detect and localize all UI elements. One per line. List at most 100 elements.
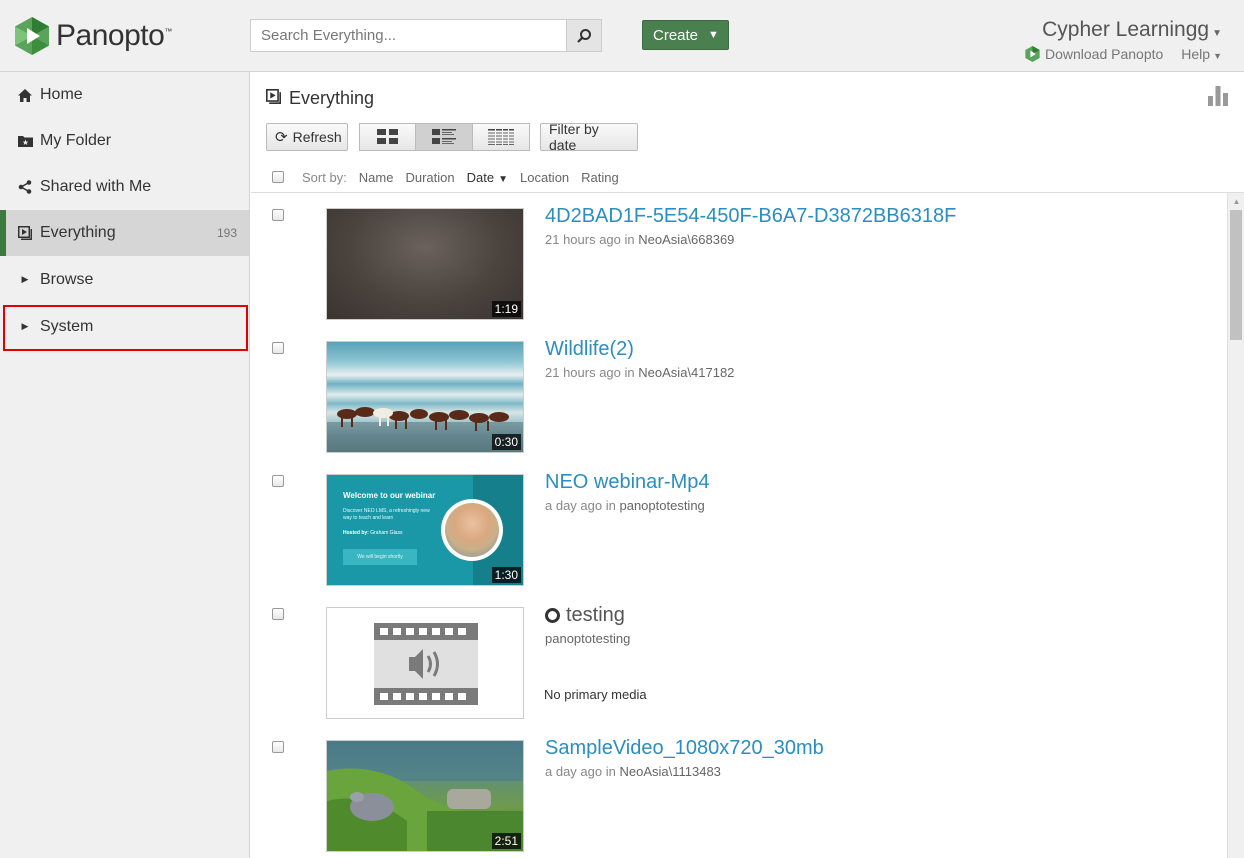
item-count-badge: 193 bbox=[216, 226, 237, 240]
session-list: 1:19 4D2BAD1F-5E54-450F-B6A7-D3872BB6318… bbox=[251, 193, 1227, 858]
session-title-link[interactable]: testing bbox=[545, 604, 625, 627]
session-checkbox[interactable] bbox=[272, 209, 284, 221]
panopto-logo-icon bbox=[15, 17, 49, 55]
download-panopto-link[interactable]: Download Panopto bbox=[1025, 46, 1163, 62]
session-meta-in: in bbox=[624, 365, 635, 380]
create-label: Create bbox=[653, 26, 699, 44]
session-checkbox[interactable] bbox=[272, 342, 284, 354]
panopto-small-icon bbox=[1025, 46, 1040, 62]
vertical-scrollbar[interactable]: ▲ bbox=[1227, 193, 1244, 858]
sidebar-item-system[interactable]: ▶ System bbox=[0, 303, 249, 350]
page-title-text: Everything bbox=[289, 88, 375, 108]
grid-view-button[interactable] bbox=[359, 123, 416, 151]
scroll-up-arrow-icon[interactable]: ▲ bbox=[1228, 193, 1244, 210]
session-title-link[interactable]: NEO webinar-Mp4 bbox=[545, 471, 710, 494]
sort-by-duration[interactable]: Duration bbox=[405, 170, 454, 185]
session-location-link[interactable]: NeoAsia\668369 bbox=[638, 232, 734, 247]
duration-badge: 0:30 bbox=[491, 434, 521, 450]
view-mode-group bbox=[359, 123, 530, 151]
session-time: a day ago bbox=[545, 498, 603, 513]
main-content: Everything ⟳ Refresh Filter by date Sort… bbox=[251, 72, 1244, 858]
list-view-button[interactable] bbox=[473, 123, 530, 151]
session-meta: a day ago in panoptotesting bbox=[545, 498, 705, 513]
session-time: 21 hours ago bbox=[545, 365, 621, 380]
session-thumbnail[interactable] bbox=[326, 607, 524, 719]
session-meta: 21 hours ago in NeoAsia\417182 bbox=[545, 365, 734, 380]
caret-down-icon: ▼ bbox=[498, 173, 508, 185]
user-menu[interactable]: Cypher Learningg ▼ bbox=[1042, 18, 1222, 42]
everything-icon bbox=[17, 226, 33, 240]
sidebar-item-home[interactable]: Home bbox=[0, 72, 249, 118]
detail-view-button[interactable] bbox=[416, 123, 473, 151]
session-row: 2:51 SampleVideo_1080x720_30mb a day ago… bbox=[251, 725, 1227, 858]
no-primary-media-note: No primary media bbox=[544, 687, 647, 702]
scrollbar-thumb[interactable] bbox=[1230, 210, 1242, 340]
sort-label: Sort by: bbox=[302, 169, 347, 185]
search-button[interactable] bbox=[566, 19, 602, 52]
session-checkbox[interactable] bbox=[272, 608, 284, 620]
expand-arrow-icon[interactable]: ▶ bbox=[17, 321, 33, 332]
sidebar-item-label: My Folder bbox=[40, 132, 112, 149]
stats-icon[interactable] bbox=[1208, 86, 1228, 111]
search-input[interactable] bbox=[250, 19, 567, 52]
sidebar-item-everything[interactable]: Everything 193 bbox=[0, 210, 249, 256]
everything-icon bbox=[266, 88, 281, 109]
thumbnail-button: We will begin shortly bbox=[343, 549, 417, 565]
session-checkbox[interactable] bbox=[272, 475, 284, 487]
sort-by-location[interactable]: Location bbox=[520, 170, 569, 185]
download-label: Download Panopto bbox=[1044, 46, 1164, 62]
session-row: 1:19 4D2BAD1F-5E54-450F-B6A7-D3872BB6318… bbox=[251, 193, 1227, 326]
sort-by-name[interactable]: Name bbox=[359, 170, 394, 185]
filter-by-date-button[interactable]: Filter by date bbox=[540, 121, 638, 153]
detail-view-icon bbox=[432, 129, 456, 144]
duration-badge: 1:30 bbox=[491, 567, 521, 583]
sort-by-rating[interactable]: Rating bbox=[581, 170, 619, 185]
session-meta-in: in bbox=[624, 232, 635, 247]
caret-down-icon: ▼ bbox=[708, 29, 719, 41]
filter-label: Filter by date bbox=[549, 121, 599, 153]
folder-icon bbox=[17, 135, 33, 147]
session-checkbox[interactable] bbox=[272, 741, 284, 753]
sidebar-item-label: System bbox=[40, 317, 94, 335]
session-location-link[interactable]: NeoAsia\1113483 bbox=[619, 764, 720, 779]
search-icon bbox=[577, 28, 592, 43]
session-location-link[interactable]: NeoAsia\417182 bbox=[638, 365, 734, 380]
session-thumbnail[interactable]: 2:51 bbox=[326, 740, 524, 852]
panopto-logo[interactable]: Panopto™ bbox=[15, 17, 172, 55]
session-thumbnail[interactable]: Welcome to our webinar Discover NEO LMS,… bbox=[326, 474, 524, 586]
session-row: 0:30 Wildlife(2) 21 hours ago in NeoAsia… bbox=[251, 326, 1227, 459]
session-meta: panoptotesting bbox=[545, 631, 630, 646]
sidebar-item-my-folder[interactable]: My Folder bbox=[0, 118, 249, 164]
sidebar: Home My Folder Shared with Me Everything… bbox=[0, 72, 250, 858]
session-title-link[interactable]: SampleVideo_1080x720_30mb bbox=[545, 737, 824, 760]
thumbnail-body: Discover NEO LMS, a refreshingly new way… bbox=[343, 508, 430, 521]
refresh-button[interactable]: ⟳ Refresh bbox=[266, 123, 348, 151]
session-row: Welcome to our webinar Discover NEO LMS,… bbox=[251, 459, 1227, 592]
audio-filmstrip-icon bbox=[374, 623, 478, 705]
help-menu[interactable]: Help ▼ bbox=[1181, 46, 1222, 62]
duration-badge: 1:19 bbox=[491, 301, 521, 317]
header-links: Download Panopto Help ▼ bbox=[1025, 46, 1222, 62]
session-thumbnail[interactable]: 1:19 bbox=[326, 208, 524, 320]
processing-status-icon bbox=[545, 608, 560, 623]
sort-by-date[interactable]: Date ▼ bbox=[467, 170, 508, 185]
share-icon bbox=[17, 180, 33, 194]
home-icon bbox=[17, 88, 33, 102]
session-location-link[interactable]: panoptotesting bbox=[545, 631, 630, 646]
duration-badge: 2:51 bbox=[491, 833, 521, 849]
sidebar-item-browse[interactable]: ▶ Browse bbox=[0, 256, 249, 303]
refresh-icon: ⟳ bbox=[275, 129, 288, 146]
create-button[interactable]: Create ▼ bbox=[642, 20, 729, 50]
session-title-link[interactable]: 4D2BAD1F-5E54-450F-B6A7-D3872BB6318F bbox=[545, 205, 956, 228]
toolbar: ⟳ Refresh Filter by date bbox=[266, 121, 638, 153]
session-meta-in: in bbox=[605, 764, 616, 779]
session-thumbnail[interactable]: 0:30 bbox=[326, 341, 524, 453]
sidebar-item-shared-with-me[interactable]: Shared with Me bbox=[0, 164, 249, 210]
select-all-checkbox[interactable] bbox=[272, 171, 284, 183]
session-title-link[interactable]: Wildlife(2) bbox=[545, 338, 634, 361]
session-row: testing panoptotesting No primary media bbox=[251, 592, 1227, 725]
search-box bbox=[250, 19, 602, 52]
session-location-link[interactable]: panoptotesting bbox=[619, 498, 704, 513]
expand-arrow-icon[interactable]: ▶ bbox=[17, 274, 33, 285]
sidebar-item-label: Everything bbox=[40, 224, 116, 241]
